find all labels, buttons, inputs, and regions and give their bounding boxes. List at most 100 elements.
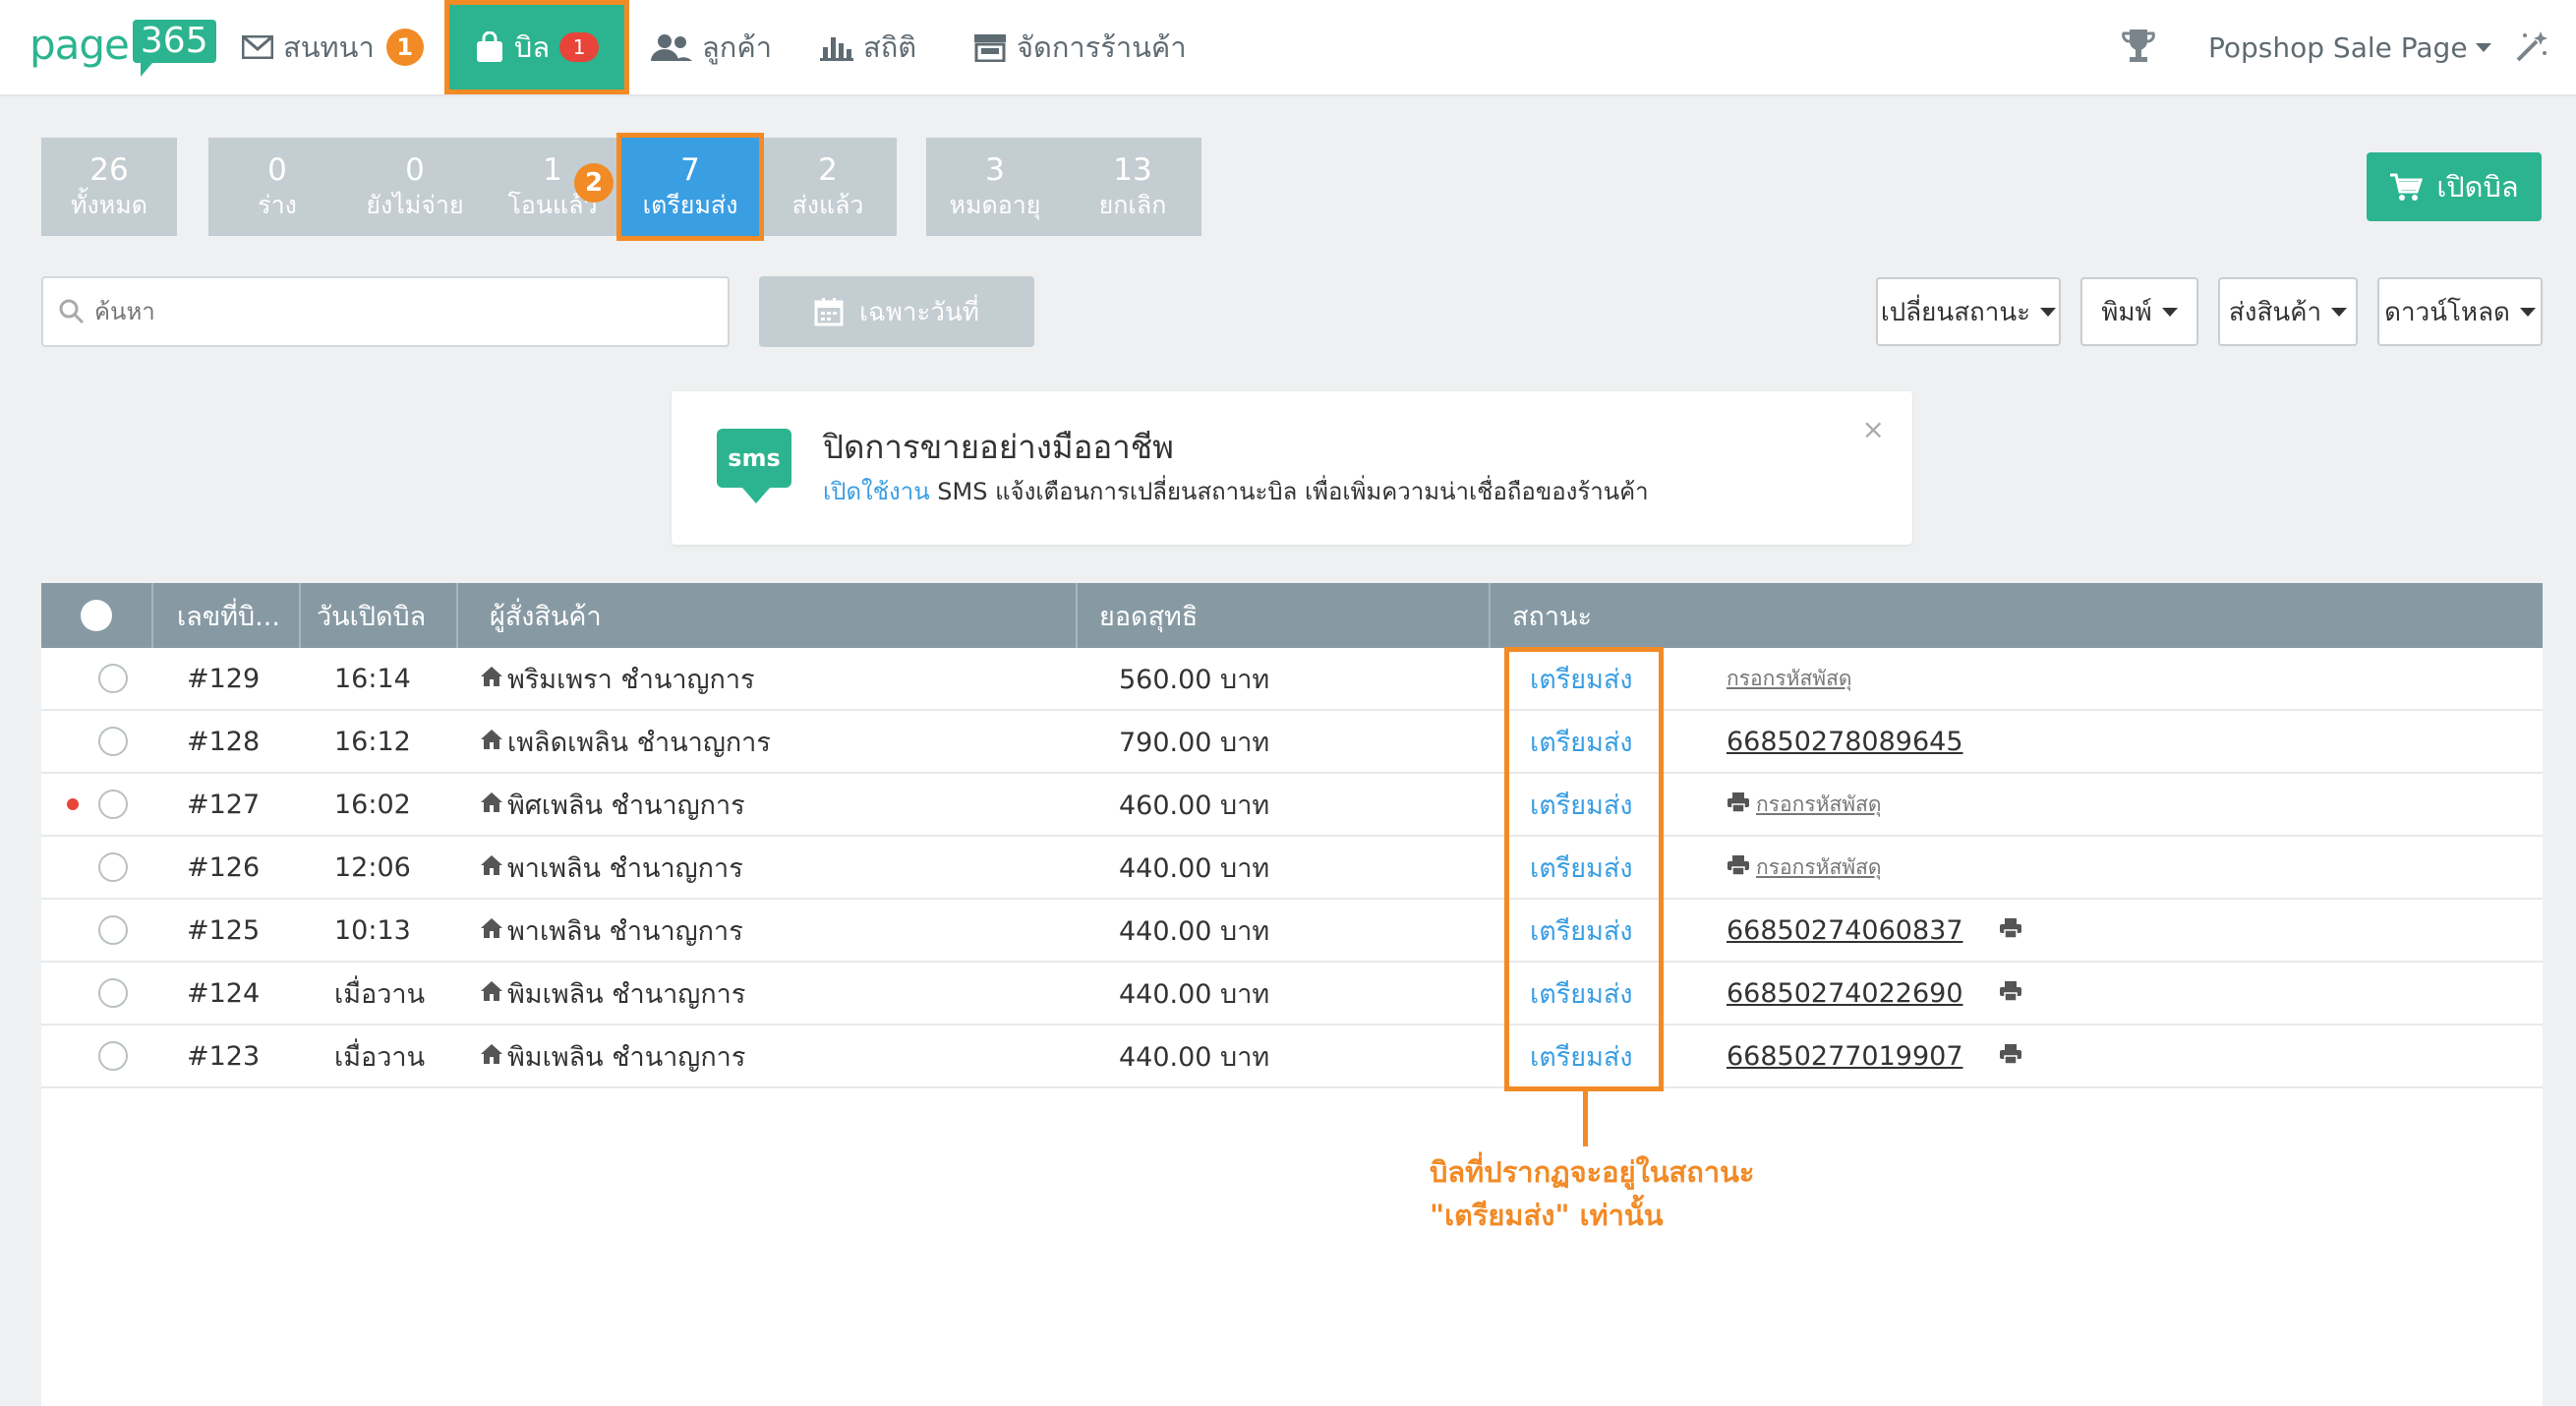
bill-date: 16:14 xyxy=(334,663,411,694)
select-all-header xyxy=(41,583,153,648)
enter-tracking-link[interactable]: กรอกรหัสพัสดุ xyxy=(1756,851,1882,884)
table-row[interactable]: #126 12:06 พาเพลิน ชำนาญการ 440.00 บาท เตรีย… xyxy=(41,837,2543,900)
row-select[interactable] xyxy=(98,648,128,709)
status-label[interactable]: เตรียมส่ง xyxy=(1530,900,1633,961)
row-select[interactable] xyxy=(98,900,128,961)
table-row[interactable]: #124 เมื่อวาน พิมเพลิน ชำนาญการ 440.00 บาท เ… xyxy=(41,963,2543,1025)
customer-cell[interactable]: พิศเพลิน ชำนาญการ xyxy=(480,774,745,835)
print-icon[interactable] xyxy=(1727,852,1756,883)
print-icon[interactable] xyxy=(1999,915,2028,946)
nav-stats-label: สถิติ xyxy=(863,30,917,64)
row-checkbox[interactable] xyxy=(98,727,128,756)
table-row[interactable]: #128 16:12 เพลิดเพลิน ชำนาญการ 790.00 บาท เต… xyxy=(41,711,2543,774)
change-status-dropdown[interactable]: เปลี่ยนสถานะ xyxy=(1876,277,2061,346)
print-icon[interactable] xyxy=(1999,1041,2028,1072)
row-select[interactable] xyxy=(98,711,128,772)
caret-down-icon xyxy=(2331,307,2348,317)
table-row[interactable]: #125 10:13 พาเพลิน ชำนาญการ 440.00 บาท เตรีย… xyxy=(41,900,2543,963)
close-icon[interactable]: × xyxy=(1862,413,1885,445)
customer-cell[interactable]: พิมเพลิน ชำนาญการ xyxy=(480,1025,745,1086)
home-icon xyxy=(480,1041,507,1072)
enter-tracking-link[interactable]: กรอกรหัสพัสดุ xyxy=(1756,789,1882,821)
tracking-number[interactable]: 66850274022690 xyxy=(1727,978,1963,1009)
nav-shop-manage[interactable]: จัดการร้านค้า xyxy=(973,0,1187,94)
status-label[interactable]: เตรียมส่ง xyxy=(1530,774,1633,835)
row-checkbox[interactable] xyxy=(98,978,128,1008)
row-checkbox[interactable] xyxy=(98,852,128,882)
annotation-callout: บิลที่ปรากฏจะอยู่ในสถานะ "เตรียมส่ง" เท่… xyxy=(1430,1155,1755,1232)
table-row[interactable]: #129 16:14 พริมเพรา ชำนาญการ 560.00 บาท เตรี… xyxy=(41,648,2543,711)
open-bill-button[interactable]: เปิดบิล xyxy=(2367,152,2542,221)
col-status[interactable]: สถานะ xyxy=(1491,583,2543,648)
customer-cell[interactable]: เพลิดเพลิน ชำนาญการ xyxy=(480,711,771,772)
top-navbar: page 365 สนทนา 1 บิล 1 ลูกค้า สถิติ จัดกา… xyxy=(0,0,2576,96)
customer-cell[interactable]: พาเพลิน ชำนาญการ xyxy=(480,900,743,961)
bill-number[interactable]: #124 xyxy=(187,963,260,1024)
nav-chat[interactable]: สนทนา 1 xyxy=(242,0,424,94)
customer-name: พริมเพรา ชำนาญการ xyxy=(507,664,755,695)
bill-date: เมื่อวาน xyxy=(334,1041,426,1073)
tab-transferred[interactable]: 1 โอนแล้ว 2 xyxy=(484,138,621,236)
magic-wand-icon[interactable] xyxy=(2515,29,2548,67)
tab-cancelled[interactable]: 13 ยกเลิก xyxy=(1064,138,1201,236)
tab-expired[interactable]: 3 หมดอายุ xyxy=(926,138,1064,236)
trophy-icon[interactable] xyxy=(2122,28,2155,69)
col-net-total[interactable]: ยอดสุทธิ xyxy=(1078,583,1491,648)
ship-dropdown[interactable]: ส่งสินค้า xyxy=(2218,277,2358,346)
table-row[interactable]: #123 เมื่อวาน พิมเพลิน ชำนาญการ 440.00 บาท เ… xyxy=(41,1025,2543,1088)
row-select[interactable] xyxy=(98,837,128,898)
tab-shipped[interactable]: 2 ส่งแล้ว xyxy=(759,138,897,236)
tab-all[interactable]: 26 ทั้งหมด xyxy=(41,138,177,236)
tracking-number[interactable]: 66850277019907 xyxy=(1727,1041,1963,1072)
tab-draft[interactable]: 0 ร่าง xyxy=(208,138,346,236)
search-input[interactable] xyxy=(94,298,684,325)
page365-logo[interactable]: page 365 xyxy=(29,20,216,83)
row-select[interactable] xyxy=(98,963,128,1024)
tracking-number[interactable]: 66850278089645 xyxy=(1727,727,1963,757)
row-checkbox[interactable] xyxy=(98,790,128,819)
print-icon[interactable] xyxy=(1999,978,2028,1009)
table-row[interactable]: #127 16:02 พิศเพลิน ชำนาญการ 460.00 บาท เตรี… xyxy=(41,774,2543,837)
row-select[interactable] xyxy=(98,774,128,835)
customer-cell[interactable]: พริมเพรา ชำนาญการ xyxy=(480,648,755,709)
tab-ready-to-ship[interactable]: 7 เตรียมส่ง xyxy=(616,133,764,241)
select-all-checkbox[interactable] xyxy=(81,600,112,631)
row-checkbox[interactable] xyxy=(98,1041,128,1071)
status-label[interactable]: เตรียมส่ง xyxy=(1530,837,1633,898)
status-label[interactable]: เตรียมส่ง xyxy=(1530,963,1633,1024)
bill-number[interactable]: #125 xyxy=(187,900,260,961)
print-icon[interactable] xyxy=(1727,790,1756,820)
tracking-cell: กรอกรหัสพัสดุ xyxy=(1727,774,1882,835)
date-filter-button[interactable]: เฉพาะวันที่ xyxy=(759,276,1034,347)
row-checkbox[interactable] xyxy=(98,915,128,945)
bill-number[interactable]: #129 xyxy=(187,648,260,709)
col-open-date[interactable]: วันเปิดบิล xyxy=(301,583,458,648)
date-filter-label: เฉพาะวันที่ xyxy=(859,297,979,327)
status-label[interactable]: เตรียมส่ง xyxy=(1530,1025,1633,1086)
bill-number[interactable]: #123 xyxy=(187,1025,260,1086)
customer-cell[interactable]: พิมเพลิน ชำนาญการ xyxy=(480,963,745,1024)
download-dropdown[interactable]: ดาวน์โหลด xyxy=(2377,277,2543,346)
tracking-number[interactable]: 66850274060837 xyxy=(1727,915,1963,946)
row-select[interactable] xyxy=(98,1025,128,1086)
col-customer[interactable]: ผู้สั่งสินค้า xyxy=(458,583,1078,648)
nav-customer[interactable]: ลูกค้า xyxy=(651,0,772,94)
bill-number[interactable]: #127 xyxy=(187,774,260,835)
customer-cell[interactable]: พาเพลิน ชำนาญการ xyxy=(480,837,743,898)
bill-number[interactable]: #128 xyxy=(187,711,260,772)
enter-tracking-link[interactable]: กรอกรหัสพัสดุ xyxy=(1727,663,1852,695)
nav-bill[interactable]: บิล 1 xyxy=(444,0,629,94)
net-total: 440.00 บาท xyxy=(1119,915,1270,947)
page-selector-dropdown[interactable]: Popshop Sale Page xyxy=(2208,0,2491,94)
enable-sms-link[interactable]: เปิดใช้งาน xyxy=(823,478,930,505)
search-box[interactable] xyxy=(41,276,730,347)
status-label[interactable]: เตรียมส่ง xyxy=(1530,711,1633,772)
row-checkbox[interactable] xyxy=(98,664,128,693)
status-label[interactable]: เตรียมส่ง xyxy=(1530,648,1633,709)
print-dropdown[interactable]: พิมพ์ xyxy=(2080,277,2198,346)
nav-stats[interactable]: สถิติ xyxy=(820,0,916,94)
bill-number[interactable]: #126 xyxy=(187,837,260,898)
tab-unpaid[interactable]: 0 ยังไม่จ่าย xyxy=(346,138,484,236)
net-total: 460.00 บาท xyxy=(1119,790,1270,821)
col-bill-no[interactable]: เลขที่บิ... xyxy=(153,583,301,648)
